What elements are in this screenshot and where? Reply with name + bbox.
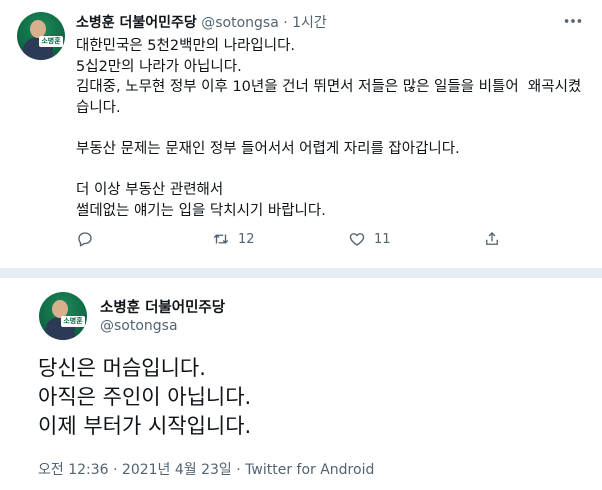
share-button[interactable] xyxy=(483,226,501,252)
reply-button[interactable] xyxy=(76,226,102,252)
like-icon xyxy=(349,233,365,246)
avatar-badge: 소병훈 xyxy=(61,316,85,327)
author-handle[interactable]: @sotongsa xyxy=(100,318,178,334)
avatar-badge: 소병훈 xyxy=(39,36,63,47)
retweet-count: 12 xyxy=(238,231,255,247)
retweet-button[interactable]: 12 xyxy=(212,226,255,252)
tweet-top[interactable]: 소병훈 소병훈 더불어민주당 @sotongsa · 1시간 대한민국은 5천2… xyxy=(0,0,602,268)
more-icon[interactable] xyxy=(562,10,584,32)
like-button[interactable]: 11 xyxy=(348,226,391,252)
retweet-icon xyxy=(213,234,229,244)
avatar[interactable]: 소병훈 xyxy=(39,292,87,340)
like-count: 11 xyxy=(374,231,391,247)
tweet-text: 당신은 머슴입니다. 아직은 주인이 아닙니다. 이제 부터가 시작입니다. xyxy=(38,356,252,438)
tweet-header: 소병훈 더불어민주당 @sotongsa · 1시간 xyxy=(76,12,327,32)
share-icon xyxy=(486,232,498,245)
divider xyxy=(0,268,602,278)
tweet-meta[interactable]: 오전 12:36 · 2021년 4월 23일 · Twitter for An… xyxy=(38,459,374,479)
tweet-bottom[interactable]: 소병훈 소병훈 더불어민주당 @sotongsa 당신은 머슴입니다. 아직은 … xyxy=(0,278,602,490)
avatar[interactable]: 소병훈 xyxy=(17,12,65,60)
author-name[interactable]: 소병훈 더불어민주당 xyxy=(76,15,197,31)
author-handle-time[interactable]: @sotongsa · 1시간 xyxy=(201,15,327,31)
author-name[interactable]: 소병훈 더불어민주당 xyxy=(100,296,225,317)
tweet-text: 대한민국은 5천2백만의 나라입니다. 5십2만의 나라가 아닙니다. 김대중,… xyxy=(76,38,582,219)
reply-icon xyxy=(78,232,92,247)
tweet-actions: 12 11 xyxy=(76,226,506,252)
